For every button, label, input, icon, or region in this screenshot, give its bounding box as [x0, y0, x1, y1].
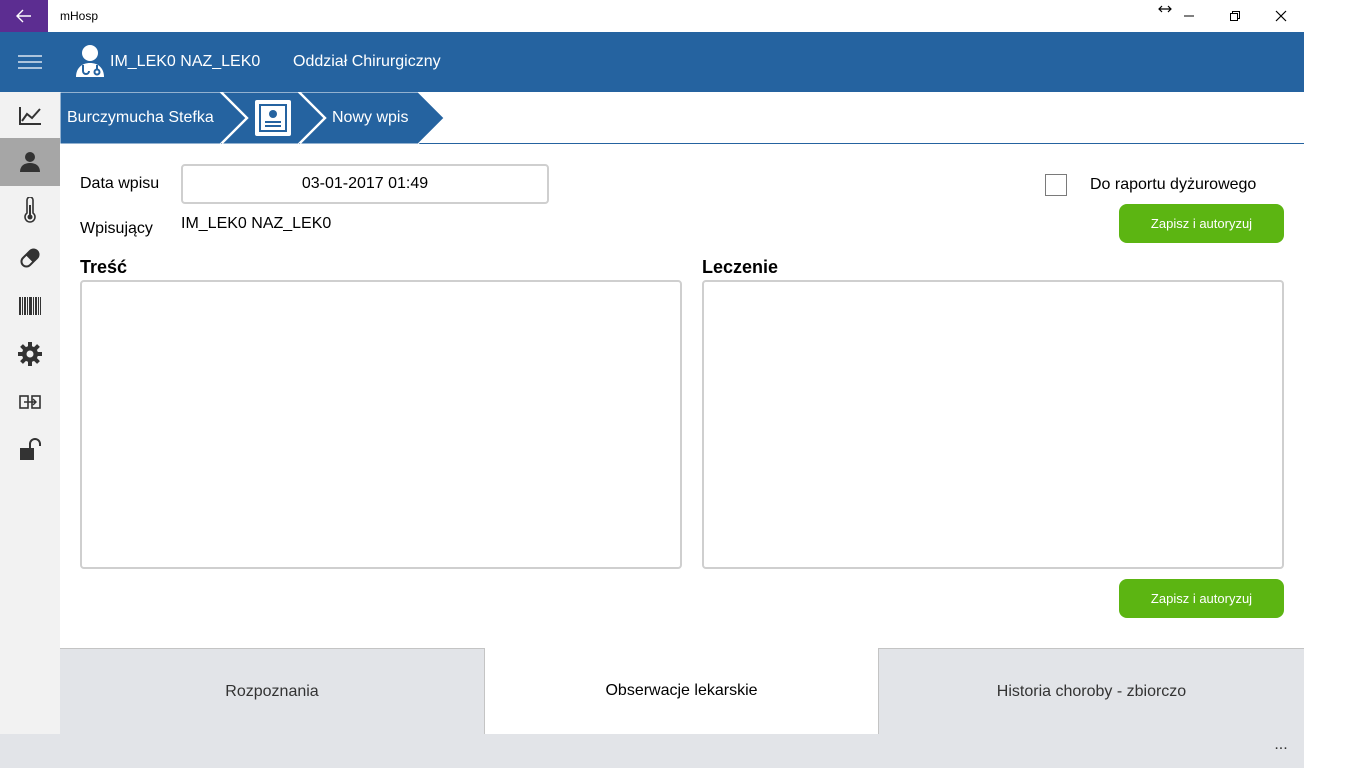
treatment-textarea[interactable]: [702, 280, 1284, 569]
pill-icon: [20, 248, 40, 268]
author-value: IM_LEK0 NAZ_LEK0: [181, 215, 332, 232]
barcode-icon: [19, 297, 41, 315]
back-button[interactable]: [0, 0, 48, 32]
rail-item-transfer[interactable]: [0, 378, 60, 426]
unlock-icon: [20, 438, 41, 460]
date-label: Data wpisu: [80, 175, 160, 192]
user-name: IM_LEK0 NAZ_LEK0: [110, 53, 261, 70]
rail-item-medication[interactable]: [0, 234, 60, 282]
report-checkbox-label: Do raportu dyżurowego: [1090, 176, 1257, 193]
window-title: mHosp: [60, 9, 99, 23]
rail-item-chart[interactable]: [0, 92, 60, 140]
patient-card-icon[interactable]: [254, 99, 292, 137]
transfer-icon: [19, 395, 41, 409]
restore-icon: [1230, 11, 1240, 21]
breadcrumb-current: Nowy wpis: [332, 109, 409, 126]
author-label: Wpisujący: [80, 220, 153, 237]
patient-icon: [20, 152, 40, 172]
save-authorize-button-top[interactable]: Zapisz i autoryzuj: [1119, 204, 1284, 243]
app-header: IM_LEK0 NAZ_LEK0 Oddział Chirurgiczny: [60, 32, 1304, 92]
hamburger-button[interactable]: [0, 32, 60, 92]
rail-item-barcode[interactable]: [0, 282, 60, 330]
treatment-title: Leczenie: [702, 257, 779, 277]
close-icon: [1275, 10, 1287, 22]
thermometer-icon: [24, 197, 36, 223]
tab-diagnoses[interactable]: Rozpoznania: [60, 648, 485, 734]
title-bar: mHosp: [0, 0, 1366, 32]
breadcrumb: Burczymucha Stefka Nowy wpis: [60, 92, 1304, 144]
app-bar: [0, 734, 1304, 768]
content-textarea[interactable]: [80, 280, 682, 569]
arrow-left-icon: [16, 9, 31, 23]
content-title: Treść: [80, 257, 128, 277]
minimize-button[interactable]: [1166, 0, 1212, 32]
tab-medical-history[interactable]: Historia choroby - zbiorczo: [878, 648, 1304, 734]
rail-item-patient[interactable]: [0, 138, 60, 186]
department-name[interactable]: Oddział Chirurgiczny: [293, 32, 441, 92]
close-button[interactable]: [1258, 0, 1304, 32]
gear-icon: [18, 342, 42, 366]
minimize-icon: [1184, 15, 1194, 17]
rail-item-logout[interactable]: [0, 426, 60, 474]
window-right-margin: [1304, 32, 1366, 768]
breadcrumb-patient[interactable]: Burczymucha Stefka: [67, 92, 214, 144]
hamburger-icon: [18, 55, 42, 69]
left-rail: [0, 32, 60, 734]
save-authorize-button-bottom[interactable]: Zapisz i autoryzuj: [1119, 579, 1284, 618]
restore-button[interactable]: [1212, 0, 1258, 32]
more-button[interactable]: ...: [1268, 734, 1294, 760]
tab-medical-observations[interactable]: Obserwacje lekarskie: [485, 648, 878, 734]
rail-item-thermometer[interactable]: [0, 186, 60, 234]
date-input[interactable]: 03-01-2017 01:49: [181, 164, 549, 204]
rail-item-settings[interactable]: [0, 330, 60, 378]
report-checkbox[interactable]: [1045, 174, 1067, 196]
chart-icon: [19, 107, 41, 125]
doctor-icon: [76, 45, 104, 77]
